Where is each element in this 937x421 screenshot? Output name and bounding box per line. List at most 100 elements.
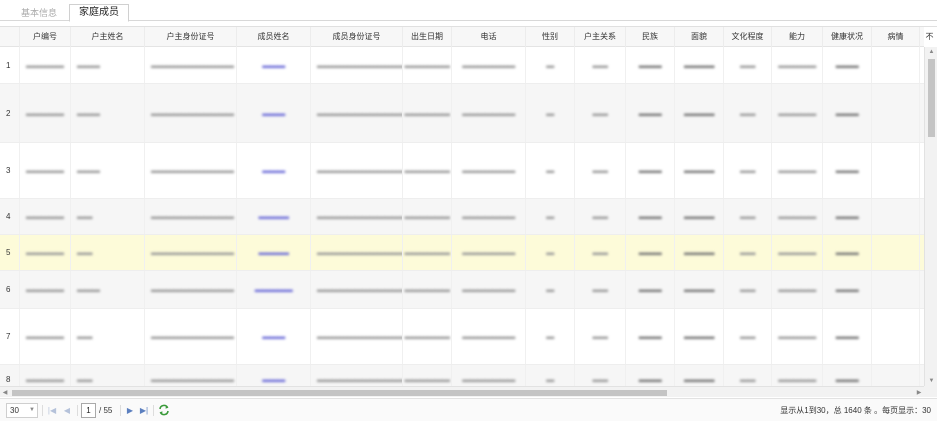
first-page-icon[interactable]: |◀ — [46, 404, 58, 417]
cell-value: ▬▬▬▬ — [684, 60, 715, 70]
scroll-right-icon[interactable]: ▶ — [914, 387, 924, 397]
scroll-left-icon[interactable]: ◀ — [0, 387, 10, 397]
cell-household-id: ▬▬▬▬▬ — [20, 309, 71, 364]
column-header-household-id[interactable]: 户编号 — [20, 27, 71, 47]
cell-value: ▬▬ — [740, 212, 756, 221]
cell-ethnicity: ▬▬▬ — [626, 143, 675, 198]
cell-value: ▬▬▬▬ — [684, 166, 715, 175]
cell-value: ▬▬▬▬▬▬▬ — [462, 375, 515, 384]
cell-value: ▬▬ — [592, 248, 609, 257]
cell-member-name[interactable]: ▬▬▬▬ — [237, 235, 311, 270]
cell-value: ▬▬ — [77, 212, 93, 221]
column-header-ethnicity[interactable]: 民族 — [626, 27, 675, 47]
member-name-link[interactable]: ▬▬▬ — [262, 61, 285, 70]
cell-value: ▬▬▬▬▬▬▬▬▬▬▬▬ — [317, 332, 403, 341]
column-header-illness[interactable]: 病情 — [872, 27, 920, 47]
cell-member-id-number: ▬▬▬▬▬▬▬▬▬▬▬▬ — [311, 199, 403, 234]
row-number: 7 — [0, 309, 20, 364]
cell-head-id-number: ▬▬▬▬▬▬▬▬▬▬▬ — [145, 84, 237, 142]
scroll-down-icon[interactable]: ▼ — [925, 376, 937, 386]
cell-value: ▬▬ — [77, 375, 93, 384]
table-row[interactable]: 7 ▬▬▬▬▬ ▬▬ ▬▬▬▬▬▬▬▬▬▬▬ ▬▬▬ ▬▬▬▬▬▬▬▬▬▬▬▬ ▬▬▬▬▬▬… — [0, 309, 931, 365]
cell-relation: ▬▬ — [575, 143, 626, 198]
column-header-birth-date[interactable]: 出生日期 — [403, 27, 452, 47]
cell-education: ▬▬ — [724, 199, 772, 234]
cell-relation: ▬▬ — [575, 199, 626, 234]
cell-relation: ▬▬ — [575, 84, 626, 142]
cell-value: ▬▬▬▬▬ — [26, 375, 64, 384]
member-name-link[interactable]: ▬▬▬ — [262, 375, 285, 384]
divider — [120, 405, 121, 416]
table-row[interactable]: 3 ▬▬▬▬▬ ▬▬▬ ▬▬▬▬▬▬▬▬▬▬▬ ▬▬▬ ▬▬▬▬▬▬▬▬▬▬▬▬ ▬▬▬▬▬… — [0, 143, 931, 199]
cell-illness — [872, 199, 920, 234]
cell-ability: ▬▬▬▬▬ — [772, 309, 823, 364]
member-name-link[interactable]: ▬▬▬▬▬ — [255, 285, 293, 294]
tab-basic-info[interactable]: 基本信息 — [14, 4, 64, 21]
last-page-icon[interactable]: ▶| — [138, 404, 150, 417]
column-header-political-status[interactable]: 面貌 — [675, 27, 724, 47]
cell-member-name[interactable]: ▬▬▬ — [237, 47, 311, 83]
table-row[interactable]: 1 ▬▬▬▬▬ ▬▬▬ ▬▬▬▬▬▬▬▬▬▬▬ ▬▬▬ ▬▬▬▬▬▬▬▬▬▬▬▬ ▬▬▬▬▬… — [0, 47, 931, 84]
scroll-up-icon[interactable]: ▲ — [925, 47, 937, 57]
cell-value: ▬▬▬▬▬▬▬▬▬▬▬▬ — [317, 285, 403, 294]
column-header-member-name[interactable]: 成员姓名 — [237, 27, 311, 47]
member-name-link[interactable]: ▬▬▬ — [262, 109, 285, 118]
cell-value: ▬▬▬▬▬ — [26, 212, 64, 221]
cell-member-name[interactable]: ▬▬▬ — [237, 309, 311, 364]
tab-family-members[interactable]: 家庭成员 — [69, 4, 129, 22]
cell-member-name[interactable]: ▬▬▬ — [237, 84, 311, 142]
column-header-head-name[interactable]: 户主姓名 — [71, 27, 145, 47]
cell-member-name[interactable]: ▬▬▬▬ — [237, 199, 311, 234]
column-header-education[interactable]: 文化程度 — [724, 27, 772, 47]
member-name-link[interactable]: ▬▬▬ — [262, 332, 285, 341]
member-name-link[interactable]: ▬▬▬ — [262, 166, 285, 175]
table-row[interactable]: 4 ▬▬▬▬▬ ▬▬ ▬▬▬▬▬▬▬▬▬▬▬ ▬▬▬▬ ▬▬▬▬▬▬▬▬▬▬▬▬ ▬▬▬▬▬… — [0, 199, 931, 235]
cell-member-name[interactable]: ▬▬▬▬▬ — [237, 271, 311, 308]
row-number: 1 — [0, 47, 20, 83]
cell-value: ▬▬▬▬▬▬▬▬▬▬▬▬ — [317, 248, 403, 257]
cell-value: ▬▬▬▬▬ — [26, 332, 64, 341]
cell-education: ▬▬ — [724, 47, 772, 83]
cell-value: ▬ — [546, 375, 554, 384]
column-header-head-id-number[interactable]: 户主身份证号 — [145, 27, 237, 47]
cell-ability: ▬▬▬▬▬ — [772, 199, 823, 234]
member-name-link[interactable]: ▬▬▬▬ — [259, 212, 290, 221]
page-size-select[interactable]: 30 ▼ — [6, 403, 38, 418]
cell-member-id-number: ▬▬▬▬▬▬▬▬▬▬▬▬ — [311, 309, 403, 364]
prev-page-icon[interactable]: ◀ — [61, 404, 73, 417]
cell-gender: ▬ — [526, 309, 575, 364]
cell-value: ▬▬▬ — [77, 60, 100, 70]
horizontal-scroll-thumb[interactable] — [12, 390, 667, 396]
vertical-scrollbar[interactable]: ▲ ▼ — [924, 47, 937, 386]
cell-value: ▬▬ — [592, 212, 609, 221]
cell-value: ▬▬▬ — [77, 285, 100, 294]
cell-member-name[interactable]: ▬▬▬ — [237, 143, 311, 198]
cell-value: ▬▬ — [592, 60, 609, 70]
table-row[interactable]: 6 ▬▬▬▬▬ ▬▬▬ ▬▬▬▬▬▬▬▬▬▬▬ ▬▬▬▬▬ ▬▬▬▬▬▬▬▬▬▬▬▬ ▬▬▬… — [0, 271, 931, 309]
column-header-row-number[interactable] — [0, 27, 20, 47]
column-header-extra[interactable]: 不 — [920, 27, 937, 47]
table-row[interactable]: 2 ▬▬▬▬▬ ▬▬▬ ▬▬▬▬▬▬▬▬▬▬▬ ▬▬▬ ▬▬▬▬▬▬▬▬▬▬▬▬ ▬▬▬▬▬… — [0, 84, 931, 143]
current-page-input[interactable]: 1 — [81, 403, 96, 418]
column-header-phone[interactable]: 电话 — [452, 27, 526, 47]
column-header-health-status[interactable]: 健康状况 — [823, 27, 872, 47]
cell-value: ▬▬▬▬ — [684, 212, 715, 221]
member-name-link[interactable]: ▬▬▬▬ — [259, 248, 290, 257]
next-page-icon[interactable]: ▶ — [124, 404, 136, 417]
cell-phone: ▬▬▬▬▬▬▬ — [452, 271, 526, 308]
column-header-gender[interactable]: 性别 — [526, 27, 575, 47]
cell-ethnicity: ▬▬▬ — [626, 271, 675, 308]
vertical-scroll-thumb[interactable] — [928, 59, 935, 137]
table-row[interactable]: 5 ▬▬▬▬▬ ▬▬ ▬▬▬▬▬▬▬▬▬▬▬ ▬▬▬▬ ▬▬▬▬▬▬▬▬▬▬▬▬ ▬▬▬▬▬… — [0, 235, 931, 271]
cell-value: ▬▬▬▬▬▬▬ — [462, 166, 515, 175]
horizontal-scrollbar[interactable]: ◀ ▶ — [0, 386, 924, 397]
column-header-ability[interactable]: 能力 — [772, 27, 823, 47]
column-header-relation[interactable]: 户主关系 — [575, 27, 626, 47]
cell-gender: ▬ — [526, 235, 575, 270]
refresh-icon[interactable] — [157, 403, 171, 417]
cell-value: ▬▬▬▬▬▬▬▬▬▬▬▬ — [317, 166, 403, 175]
cell-head-name: ▬▬▬ — [71, 47, 145, 83]
column-header-member-id-number[interactable]: 成员身份证号 — [311, 27, 403, 47]
cell-ability: ▬▬▬▬▬ — [772, 47, 823, 83]
cell-education: ▬▬ — [724, 309, 772, 364]
